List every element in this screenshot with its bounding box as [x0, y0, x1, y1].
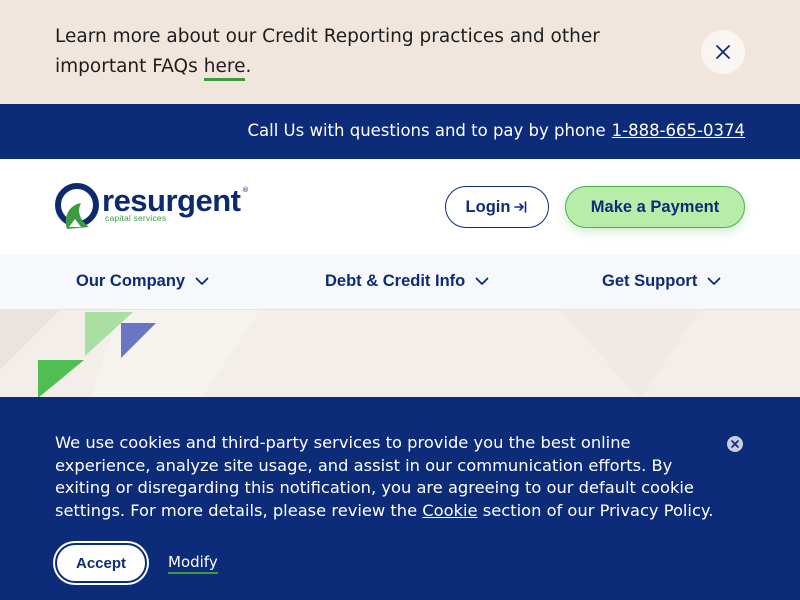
- nav-item-label: Our Company: [76, 272, 186, 290]
- login-label: Login: [465, 197, 511, 216]
- chevron-down-icon: [195, 277, 209, 285]
- resurgent-logo[interactable]: resurgent ® capital services: [55, 183, 250, 233]
- phone-number-link[interactable]: 1-888-665-0374: [612, 121, 745, 140]
- faq-notice-banner: Learn more about our Credit Reporting pr…: [0, 0, 800, 104]
- nav-item-get-support[interactable]: Get Support: [602, 272, 721, 291]
- cookie-policy-link[interactable]: Cookie: [422, 501, 477, 520]
- notice-close-button[interactable]: [701, 30, 745, 74]
- main-nav: Our Company Debt & Credit Info Get Suppo…: [0, 255, 800, 310]
- accept-cookies-button[interactable]: Accept: [55, 543, 147, 583]
- cookie-message-end: section of our Privacy Policy.: [482, 500, 714, 520]
- notice-period: .: [245, 56, 252, 77]
- modify-cookies-link[interactable]: Modify: [168, 553, 218, 574]
- site-header: resurgent ® capital services Login Make …: [0, 159, 800, 255]
- nav-item-label: Get Support: [602, 272, 698, 290]
- logo-registered-mark: ®: [242, 186, 249, 194]
- logo-tagline: capital services: [105, 213, 167, 223]
- close-icon: [731, 440, 739, 448]
- chevron-down-icon: [475, 277, 489, 285]
- make-payment-label: Make a Payment: [590, 197, 720, 216]
- login-button[interactable]: Login: [445, 186, 549, 228]
- cookie-consent-banner: We use cookies and third-party services …: [0, 397, 800, 600]
- make-payment-button[interactable]: Make a Payment: [565, 186, 745, 228]
- cookie-text: We use cookies and third-party services …: [55, 432, 715, 522]
- notice-text: Learn more about our Credit Reporting pr…: [55, 22, 695, 82]
- nav-item-label: Debt & Credit Info: [325, 272, 466, 290]
- cookie-close-button[interactable]: [727, 436, 743, 452]
- accept-label: Accept: [75, 554, 127, 572]
- login-arrow-icon: [514, 201, 527, 213]
- chevron-down-icon: [707, 277, 721, 285]
- notice-here-link[interactable]: here: [203, 56, 246, 81]
- phone-bar: Call Us with questions and to pay by pho…: [0, 104, 800, 159]
- phonebar-text: Call Us with questions and to pay by pho…: [248, 121, 746, 140]
- phonebar-message: Call Us with questions and to pay by pho…: [247, 121, 606, 140]
- nav-item-our-company[interactable]: Our Company: [76, 272, 209, 291]
- logo-mark-icon: [55, 183, 99, 229]
- nav-item-debt-credit-info[interactable]: Debt & Credit Info: [325, 272, 489, 291]
- close-icon: [716, 45, 730, 59]
- notice-message: Learn more about our Credit Reporting pr…: [55, 26, 600, 77]
